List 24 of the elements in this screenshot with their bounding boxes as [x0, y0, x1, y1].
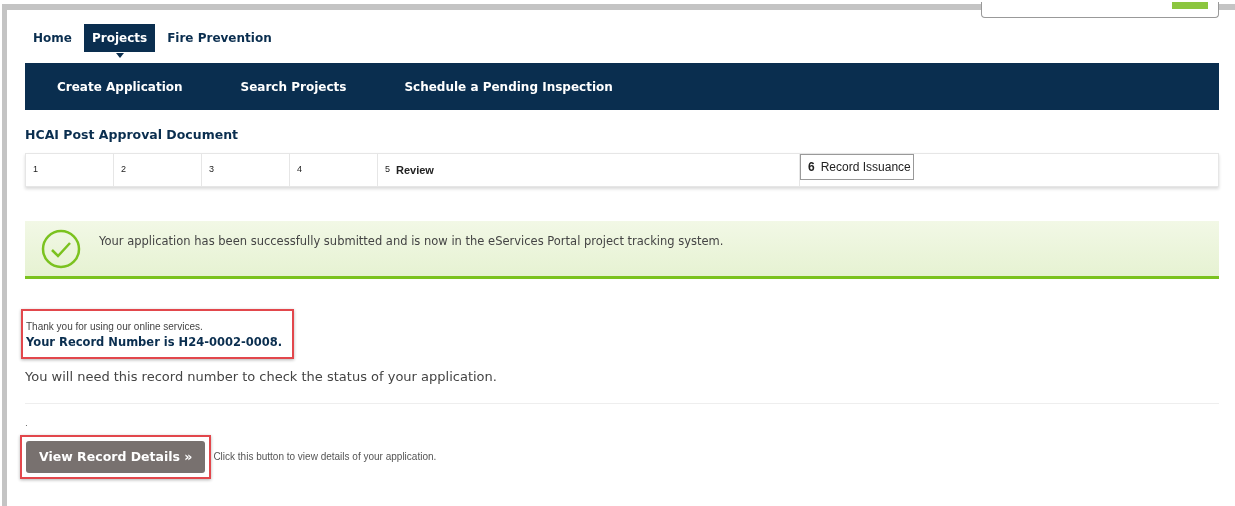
step-label: Review [396, 162, 434, 178]
dot-text: . [25, 416, 28, 430]
step-number: 5 [385, 163, 390, 176]
view-record-details-button[interactable]: View Record Details » [26, 440, 206, 474]
step-label: Record Issuance [820, 158, 911, 176]
button-hint: Click this button to view details of your application. [213, 450, 437, 465]
step-number: 6 [808, 158, 815, 176]
thanks-text: Thank you for using our online services. [26, 319, 204, 334]
sub-nav-link[interactable]: Schedule a Pending Inspection [404, 77, 613, 96]
step-number: 4 [297, 163, 302, 176]
step-number: 2 [121, 163, 126, 176]
record-number: Your Record Number is H24-0002-0008. [26, 333, 283, 351]
step-number: 1 [33, 163, 38, 176]
check-circle-icon [41, 228, 81, 269]
sub-nav-link[interactable]: Create Application [57, 77, 183, 96]
page-title: HCAI Post Approval Document [25, 126, 240, 144]
search-field[interactable] [981, 2, 1219, 18]
sub-nav-link[interactable]: Search Projects [240, 77, 347, 96]
caret-icon [115, 53, 124, 58]
success-message: Your application has been successfully submitted and is now in the eServices Portal project tracking system. [99, 232, 724, 250]
step-number: 3 [209, 163, 214, 176]
info-text: You will need this record number to check the status of your application. [25, 368, 498, 386]
nav-tab[interactable]: Home [25, 24, 80, 52]
nav-tab[interactable]: Fire Prevention [159, 24, 280, 52]
